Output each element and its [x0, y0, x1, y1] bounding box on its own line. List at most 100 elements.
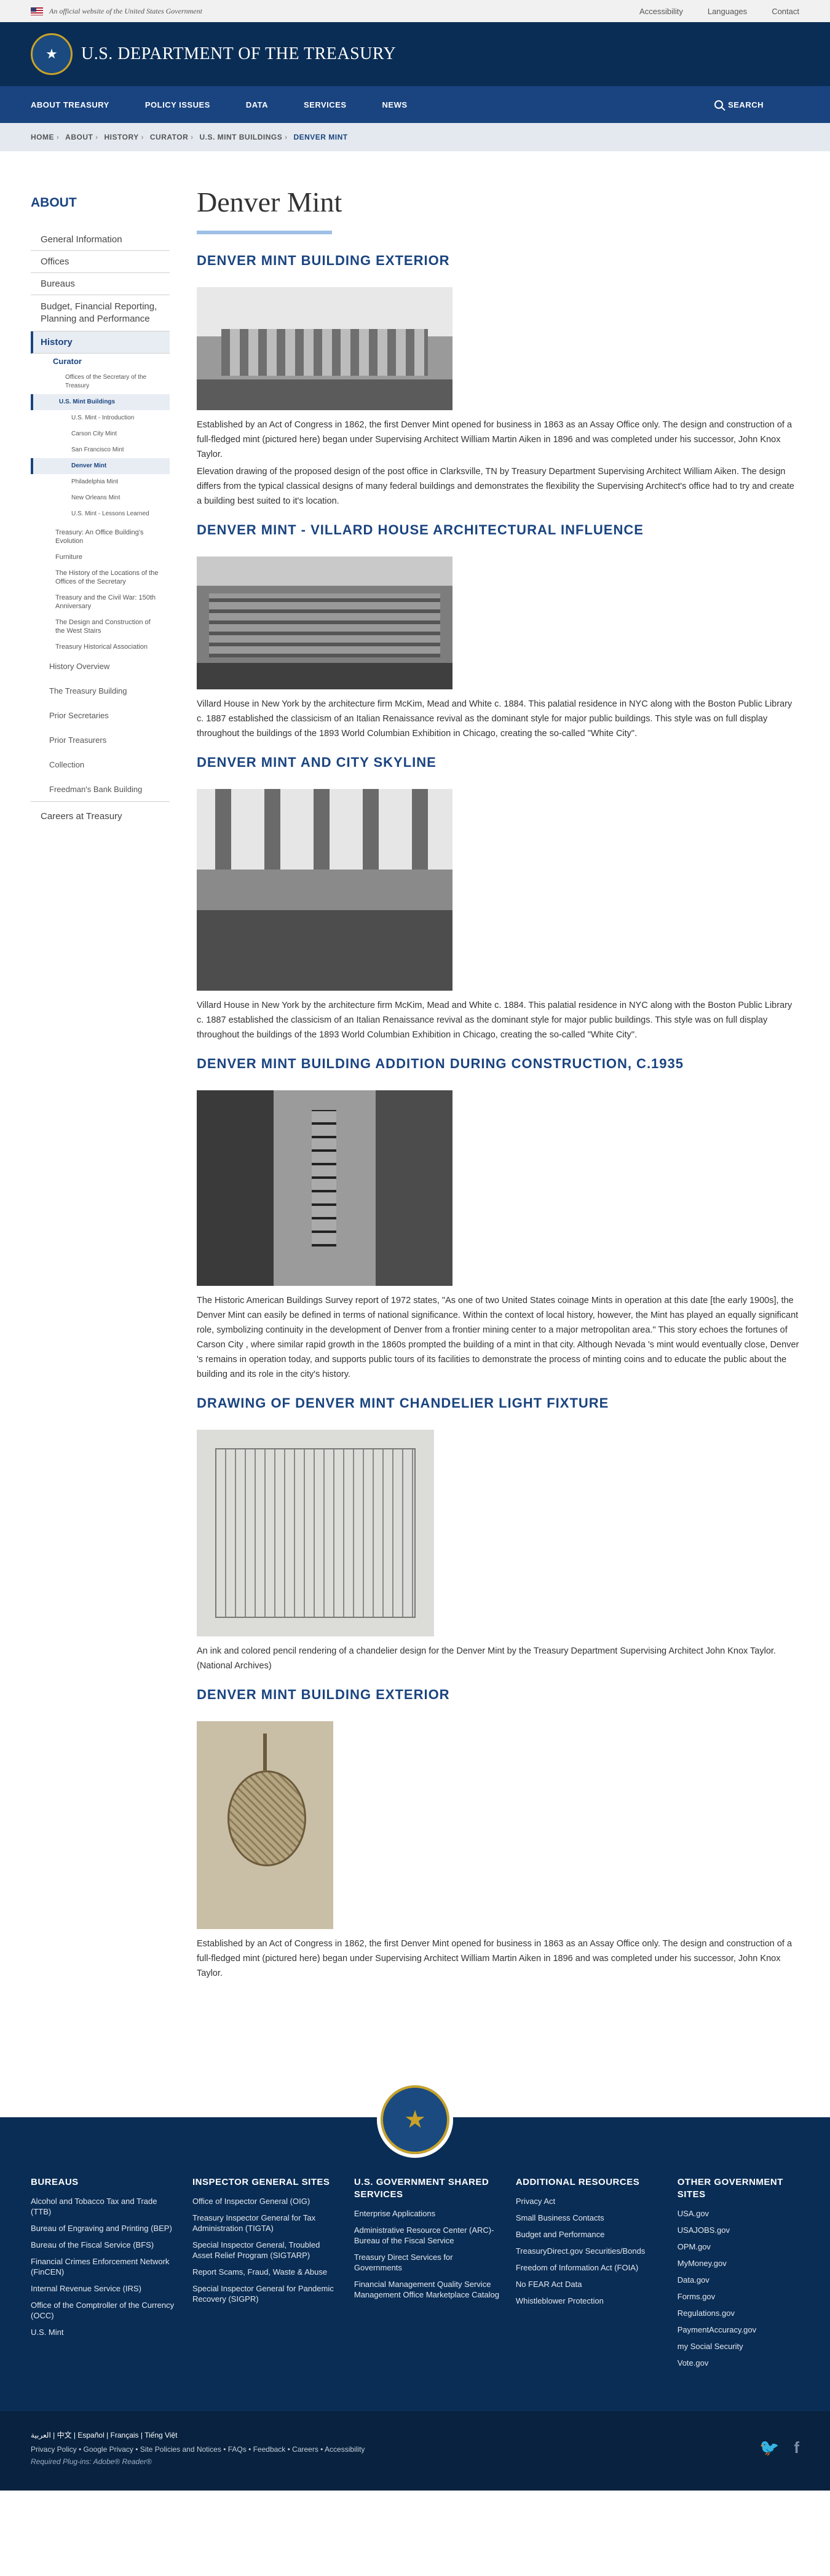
sidebar-item-budget[interactable]: Budget, Financial Reporting, Planning an… [31, 295, 170, 331]
treasury-seal-icon[interactable]: ★ [31, 33, 73, 75]
footer-column-additional-resources: ADDITIONAL RESOURCES Privacy Act Small B… [516, 2176, 678, 2374]
treasury-seal-icon: ★ [377, 2082, 453, 2158]
footer-link[interactable]: Freedom of Information Act (FOIA) [516, 2262, 662, 2273]
footer-link[interactable]: Special Inspector General, Troubled Asse… [192, 2240, 338, 2261]
sidebar-item-office-building-evolution[interactable]: Treasury: An Office Building's Evolution [31, 525, 170, 549]
footer-link[interactable]: TreasuryDirect.gov Securities/Bonds [516, 2246, 662, 2256]
footer-link[interactable]: MyMoney.gov [678, 2258, 799, 2269]
footer-link[interactable]: Treasury Inspector General for Tax Admin… [192, 2213, 338, 2233]
sidebar-item-philadelphia-mint[interactable]: Philadelphia Mint [31, 474, 170, 490]
policy-links[interactable]: Privacy Policy • Google Privacy • Site P… [31, 2445, 799, 2454]
footer-link[interactable]: Administrative Resource Center (ARC)- Bu… [354, 2225, 500, 2246]
footer-link[interactable]: Regulations.gov [678, 2308, 799, 2318]
footer-link[interactable]: Budget and Performance [516, 2229, 662, 2240]
languages-link[interactable]: Languages [708, 7, 747, 16]
breadcrumb: HOME › ABOUT › HISTORY › CURATOR › U.S. … [0, 123, 830, 151]
search-label: SEARCH [728, 100, 764, 109]
sidebar-item-collection[interactable]: Collection [31, 757, 170, 773]
site-title[interactable]: U.S. DEPARTMENT OF THE TREASURY [81, 44, 396, 64]
sidebar-item-san-francisco-mint[interactable]: San Francisco Mint [31, 442, 170, 458]
sidebar-item-general-information[interactable]: General Information [31, 229, 170, 251]
section-paragraph: The Historic American Buildings Survey r… [197, 1296, 799, 1379]
sidebar-item-history[interactable]: History [31, 331, 170, 354]
language-links[interactable]: العربية | 中文 | Español | Français | Tiến… [31, 2430, 799, 2440]
footer-link[interactable]: Treasury Direct Services for Governments [354, 2252, 500, 2273]
sidebar-item-mint-introduction[interactable]: U.S. Mint - Introduction [31, 410, 170, 426]
sidebar-item-locations-history[interactable]: The History of the Locations of the Offi… [31, 565, 170, 590]
footer-link[interactable]: Vote.gov [678, 2358, 799, 2368]
footer-link[interactable]: Bureau of the Fiscal Service (BFS) [31, 2240, 176, 2250]
footer-link[interactable]: U.S. Mint [31, 2327, 176, 2337]
footer-link[interactable]: Financial Management Quality Service Man… [354, 2279, 500, 2300]
footer-link[interactable]: Privacy Act [516, 2196, 662, 2206]
site-footer: ★ BUREAUS Alcohol and Tobacco Tax and Tr… [0, 2082, 830, 2411]
footer-link[interactable]: my Social Security [678, 2341, 799, 2352]
footer-column-other-sites: OTHER GOVERNMENT SITES USA.gov USAJOBS.g… [678, 2176, 799, 2374]
accessibility-link[interactable]: Accessibility [639, 7, 683, 16]
footer-link[interactable]: Alcohol and Tobacco Tax and Trade (TTB) [31, 2196, 176, 2217]
nav-policy-issues[interactable]: POLICY ISSUES [145, 100, 210, 109]
footer-link[interactable]: Report Scams, Fraud, Waste & Abuse [192, 2267, 338, 2277]
section-addition: DENVER MINT BUILDING ADDITION DURING CON… [197, 1056, 799, 1382]
section-paragraph: Villard House in New York by the archite… [197, 1001, 792, 1040]
nav-about-treasury[interactable]: ABOUT TREASURY [31, 100, 109, 109]
sidebar-item-civil-war[interactable]: Treasury and the Civil War: 150th Annive… [31, 590, 170, 614]
breadcrumb-home[interactable]: HOME [31, 133, 54, 141]
title-underline [197, 231, 332, 234]
footer-link[interactable]: USA.gov [678, 2208, 799, 2219]
sidebar-item-denver-mint[interactable]: Denver Mint [31, 458, 170, 474]
sidebar-item-west-stairs[interactable]: The Design and Construction of the West … [31, 614, 170, 639]
breadcrumb-curator[interactable]: CURATOR [150, 133, 188, 141]
nav-data[interactable]: DATA [246, 100, 268, 109]
footer-link[interactable]: Internal Revenue Service (IRS) [31, 2283, 176, 2294]
footer-link[interactable]: Financial Crimes Enforcement Network (Fi… [31, 2256, 176, 2277]
sidebar-item-freedmans-bank[interactable]: Freedman's Bank Building [31, 782, 170, 802]
sidebar-item-offices-of-secretary[interactable]: Offices of the Secretary of the Treasury [31, 370, 170, 394]
breadcrumb-history[interactable]: HISTORY [105, 133, 139, 141]
search-button[interactable]: SEARCH [714, 100, 764, 109]
footer-column-bureaus: BUREAUS Alcohol and Tobacco Tax and Trad… [31, 2176, 192, 2374]
contact-link[interactable]: Contact [772, 7, 799, 16]
sidebar-item-curator[interactable]: Curator [31, 354, 170, 370]
sidebar-item-bureaus[interactable]: Bureaus [31, 273, 170, 295]
sidebar-item-new-orleans-mint[interactable]: New Orleans Mint [31, 490, 170, 506]
footer-link[interactable]: USAJOBS.gov [678, 2225, 799, 2235]
footer-link[interactable]: OPM.gov [678, 2241, 799, 2252]
twitter-icon[interactable]: 🐦 [759, 2438, 779, 2457]
section-heading: DENVER MINT BUILDING EXTERIOR [197, 1687, 450, 1702]
footer-link[interactable]: Whistleblower Protection [516, 2296, 662, 2306]
social-links: 🐦 f [759, 2438, 799, 2457]
section-paragraph: Villard House in New York by the archite… [197, 699, 792, 739]
footer-link[interactable]: Office of the Comptroller of the Currenc… [31, 2300, 176, 2321]
footer-link[interactable]: Special Inspector General for Pandemic R… [192, 2283, 338, 2304]
breadcrumb-about[interactable]: ABOUT [65, 133, 93, 141]
footer-link[interactable]: PaymentAccuracy.gov [678, 2324, 799, 2335]
sidebar-item-treasury-building[interactable]: The Treasury Building [31, 683, 170, 699]
sidebar-item-prior-secretaries[interactable]: Prior Secretaries [31, 708, 170, 724]
facebook-icon[interactable]: f [794, 2438, 799, 2457]
nav-news[interactable]: NEWS [382, 100, 408, 109]
footer-link[interactable]: No FEAR Act Data [516, 2279, 662, 2289]
page-title: Denver Mint [197, 186, 342, 218]
footer-link[interactable]: Forms.gov [678, 2291, 799, 2302]
footer-link[interactable]: Office of Inspector General (OIG) [192, 2196, 338, 2206]
sidebar-item-furniture[interactable]: Furniture [31, 549, 170, 565]
sidebar-item-carson-city-mint[interactable]: Carson City Mint [31, 426, 170, 442]
footer-link[interactable]: Small Business Contacts [516, 2213, 662, 2223]
breadcrumb-mint-buildings[interactable]: U.S. MINT BUILDINGS [199, 133, 282, 141]
sidebar-item-offices[interactable]: Offices [31, 251, 170, 273]
footer-link[interactable]: Data.gov [678, 2275, 799, 2285]
denver-mint-exterior-photo [197, 287, 453, 410]
sidebar-item-mint-buildings[interactable]: U.S. Mint Buildings [31, 394, 170, 410]
sidebar-item-history-overview[interactable]: History Overview [31, 659, 170, 675]
nav-services[interactable]: SERVICES [304, 100, 347, 109]
plugin-note[interactable]: Required Plug-ins: Adobe® Reader® [31, 2457, 799, 2466]
section-paragraph: Established by an Act of Congress in 186… [197, 1939, 792, 1978]
search-icon [714, 100, 724, 109]
footer-link[interactable]: Bureau of Engraving and Printing (BEP) [31, 2223, 176, 2233]
sidebar-item-historical-association[interactable]: Treasury Historical Association [31, 639, 170, 655]
footer-link[interactable]: Enterprise Applications [354, 2208, 500, 2219]
sidebar-item-prior-treasurers[interactable]: Prior Treasurers [31, 732, 170, 748]
sidebar-item-careers[interactable]: Careers at Treasury [31, 806, 170, 827]
sidebar-item-lessons-learned[interactable]: U.S. Mint - Lessons Learned [31, 506, 170, 522]
